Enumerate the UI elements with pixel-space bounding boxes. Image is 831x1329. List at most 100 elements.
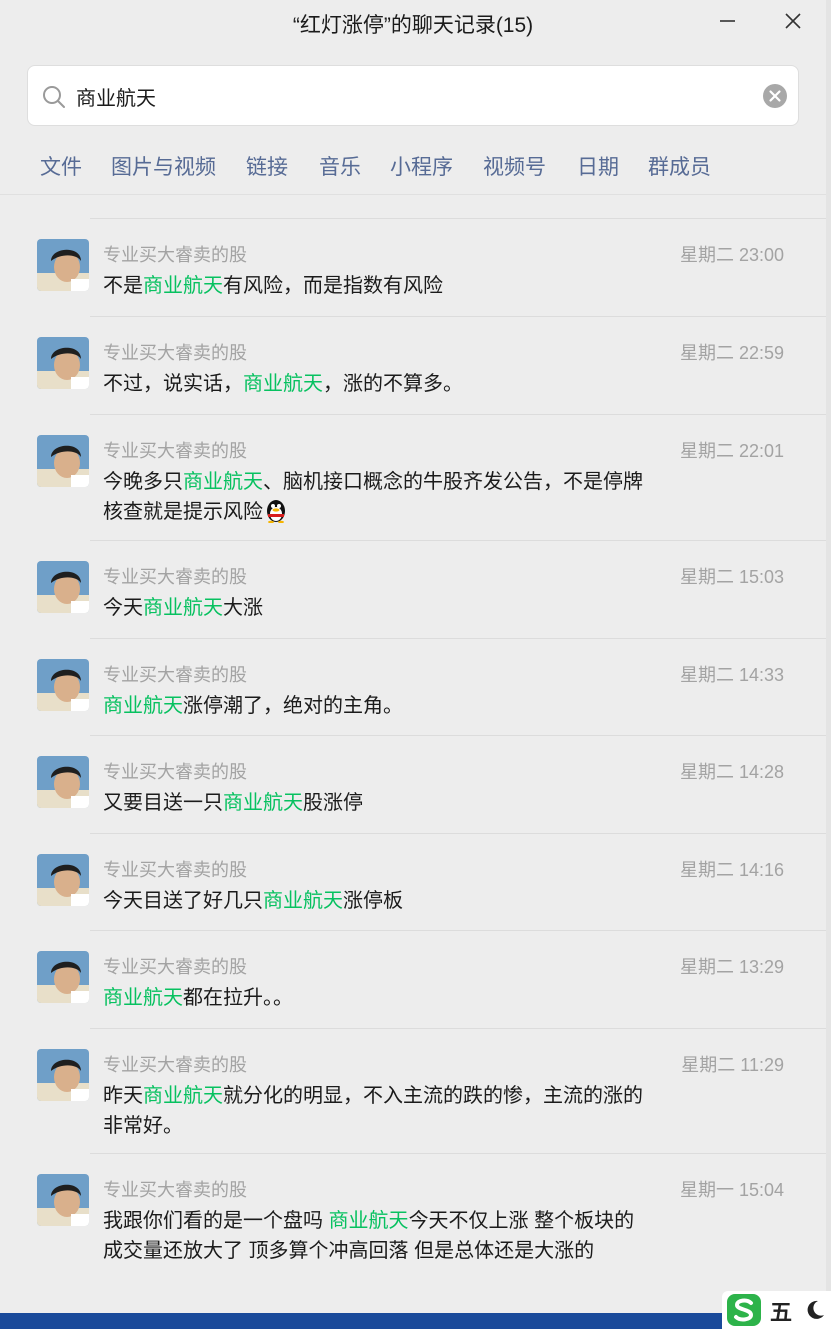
taskbar: [0, 1313, 831, 1329]
partial-message-row: [0, 195, 826, 219]
filter-tab-media[interactable]: 图片与视频: [111, 151, 216, 181]
sender-name: 专业买大睿卖的股: [103, 762, 247, 782]
keyword-highlight: 商业航天: [243, 373, 323, 395]
avatar[interactable]: [37, 239, 89, 291]
message-text-segment: 都在拉升。。: [183, 987, 293, 1009]
avatar[interactable]: [37, 951, 89, 1003]
message-text: 不过，说实话，商业航天，涨的不算多。: [103, 369, 648, 399]
avatar[interactable]: [37, 337, 89, 389]
avatar[interactable]: [37, 1049, 89, 1101]
message-text: 商业航天涨停潮了，绝对的主角。: [103, 691, 648, 721]
minimize-button[interactable]: [713, 8, 743, 36]
message-time: 星期二 14:16: [679, 860, 784, 880]
search-icon: [43, 86, 65, 108]
message-text-segment: ，涨的不算多。: [323, 373, 463, 395]
message-text: 今天目送了好几只商业航天涨停板: [103, 886, 648, 916]
close-button[interactable]: [778, 8, 808, 36]
message-time: 星期二 22:01: [679, 441, 784, 461]
sender-name: 专业买大睿卖的股: [103, 1180, 247, 1200]
filter-tab-links[interactable]: 链接: [246, 151, 288, 181]
sender-name: 专业买大睿卖的股: [103, 957, 247, 977]
moon-icon: [807, 1300, 824, 1319]
ime-mode-label: 五: [770, 1300, 793, 1325]
message-row[interactable]: 专业买大睿卖的股 星期二 14:16 今天目送了好几只商业航天涨停板: [0, 834, 826, 931]
message-text: 我跟你们看的是一个盘吗 商业航天今天不仅上涨 整个板块的成交量还放大了 顶多算个…: [103, 1206, 648, 1266]
title-bar: “红灯涨停”的聊天记录(15): [0, 0, 826, 44]
filter-tab-files[interactable]: 文件: [40, 151, 82, 181]
avatar[interactable]: [37, 561, 89, 613]
message-text: 今晚多只商业航天、脑机接口概念的牛股齐发公告，不是停牌核查就是提示风险: [103, 467, 648, 527]
clear-search-icon[interactable]: [763, 84, 787, 108]
message-time: 星期二 14:28: [679, 762, 784, 782]
message-row[interactable]: 专业买大睿卖的股 星期二 14:28 又要目送一只商业航天股涨停: [0, 736, 826, 834]
avatar[interactable]: [37, 1174, 89, 1226]
keyword-highlight: 商业航天: [263, 890, 343, 912]
message-row[interactable]: 专业买大睿卖的股 星期二 15:03 今天商业航天大涨: [0, 541, 826, 639]
message-text-segment: 不过，说实话，: [103, 373, 243, 395]
message-time: 星期二 22:59: [679, 343, 784, 363]
sender-name: 专业买大睿卖的股: [103, 245, 247, 265]
message-list[interactable]: 专业买大睿卖的股 星期二 23:00 不是商业航天有风险，而是指数有风险 专业买大睿卖…: [0, 195, 826, 1313]
filter-tab-members[interactable]: 群成员: [648, 151, 711, 181]
message-time: 星期二 23:00: [679, 245, 784, 265]
minimize-icon: [720, 20, 735, 22]
message-text-segment: 涨停潮了，绝对的主角。: [183, 695, 403, 717]
message-time: 星期二 15:03: [679, 567, 784, 587]
filter-tabs: 文件 图片与视频 链接 音乐 小程序 视频号 日期 群成员: [0, 138, 826, 195]
sender-name: 专业买大睿卖的股: [103, 665, 247, 685]
close-icon: [785, 13, 801, 29]
message-row[interactable]: 专业买大睿卖的股 星期二 13:29 商业航天都在拉升。。: [0, 931, 826, 1029]
keyword-highlight: 商业航天: [143, 597, 223, 619]
message-text-segment: 股涨停: [303, 792, 363, 814]
chat-history-window: “红灯涨停”的聊天记录(15) 文件 图片与视频 链接 音乐: [0, 0, 826, 1313]
message-time: 星期二 14:33: [679, 665, 784, 685]
window-title: “红灯涨停”的聊天记录(15): [292, 14, 534, 37]
message-time: 星期一 15:04: [679, 1180, 784, 1200]
keyword-highlight: 商业航天: [143, 1085, 223, 1107]
scrollbar[interactable]: [826, 0, 831, 1313]
keyword-highlight: 商业航天: [103, 695, 183, 717]
message-row[interactable]: 专业买大睿卖的股 星期一 15:04 我跟你们看的是一个盘吗 商业航天今天不仅上涨 …: [0, 1154, 826, 1313]
search-input[interactable]: [76, 78, 726, 114]
keyword-highlight: 商业航天: [103, 987, 183, 1009]
avatar[interactable]: [37, 854, 89, 906]
avatar[interactable]: [37, 659, 89, 711]
message-time: 星期二 11:29: [681, 1055, 784, 1075]
avatar[interactable]: [37, 756, 89, 808]
message-row[interactable]: 专业买大睿卖的股 星期二 14:33 商业航天涨停潮了，绝对的主角。: [0, 639, 826, 736]
ime-status-bar[interactable]: 五: [722, 1291, 831, 1329]
sender-name: 专业买大睿卖的股: [103, 441, 247, 461]
message-text-segment: 昨天: [103, 1085, 143, 1107]
message-text-segment: 有风险，而是指数有风险: [223, 275, 443, 297]
message-row[interactable]: 专业买大睿卖的股 星期二 11:29 昨天商业航天就分化的明显，不入主流的跌的惨，主…: [0, 1029, 826, 1154]
message-text: 今天商业航天大涨: [103, 593, 648, 623]
avatar[interactable]: [37, 435, 89, 487]
keyword-highlight: 商业航天: [183, 471, 263, 493]
message-text-segment: 今天: [103, 597, 143, 619]
keyword-highlight: 商业航天: [328, 1210, 409, 1232]
message-row[interactable]: 专业买大睿卖的股 星期二 22:59 不过，说实话，商业航天，涨的不算多。: [0, 317, 826, 415]
sender-name: 专业买大睿卖的股: [103, 343, 247, 363]
message-time: 星期二 13:29: [679, 957, 784, 977]
message-row[interactable]: 专业买大睿卖的股 星期二 23:00 不是商业航天有风险，而是指数有风险: [0, 219, 826, 317]
message-text: 昨天商业航天就分化的明显，不入主流的跌的惨，主流的涨的非常好。: [103, 1081, 648, 1141]
message-text-segment: 不是: [103, 275, 143, 297]
filter-tab-mini-programs[interactable]: 小程序: [390, 151, 453, 181]
message-text-segment: 今晚多只: [103, 471, 183, 493]
penguin-emoji-icon: [263, 497, 289, 524]
message-text-segment: 今天目送了好几只: [103, 890, 263, 912]
message-text-segment: 又要目送一只: [103, 792, 223, 814]
message-text: 又要目送一只商业航天股涨停: [103, 788, 648, 818]
message-text: 不是商业航天有风险，而是指数有风险: [103, 271, 648, 301]
keyword-highlight: 商业航天: [223, 792, 303, 814]
search-box: [27, 65, 799, 126]
keyword-highlight: 商业航天: [143, 275, 223, 297]
message-text-segment: 我跟你们看的是一个盘吗: [103, 1210, 329, 1232]
message-row[interactable]: 专业买大睿卖的股 星期二 22:01 今晚多只商业航天、脑机接口概念的牛股齐发公告，…: [0, 415, 826, 541]
message-text-segment: 大涨: [223, 597, 263, 619]
filter-tab-date[interactable]: 日期: [577, 151, 619, 181]
filter-tab-channels[interactable]: 视频号: [483, 151, 546, 181]
filter-tab-music[interactable]: 音乐: [319, 151, 361, 181]
sender-name: 专业买大睿卖的股: [103, 567, 247, 587]
sender-name: 专业买大睿卖的股: [103, 1055, 247, 1075]
